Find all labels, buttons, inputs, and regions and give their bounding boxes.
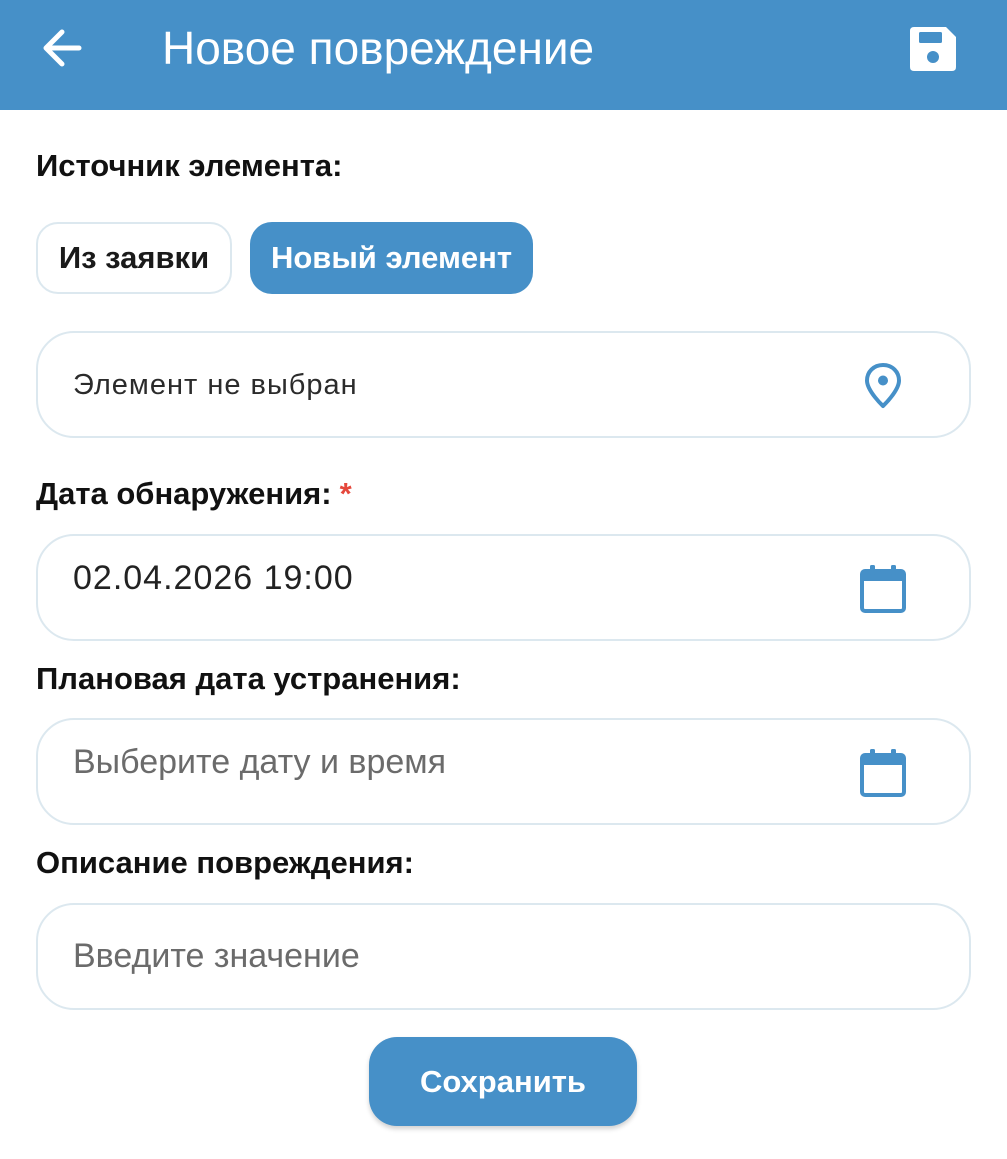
app-bar: Новое повреждение [0,0,1007,110]
map-pin-icon [865,363,901,408]
detect-date-field[interactable]: 02.04.2026 19:00 [36,534,971,641]
source-option-new-element[interactable]: Новый элемент [250,222,533,294]
description-label: Описание повреждения: [36,845,414,880]
element-selector[interactable]: Элемент не выбран [36,331,971,438]
planned-date-picker-button[interactable] [856,746,910,800]
map-pin-button[interactable] [856,359,910,413]
floppy-disk-icon [910,27,956,71]
header-save-button[interactable] [900,18,966,80]
description-placeholder: Введите значение [73,937,360,975]
calendar-icon [860,749,906,797]
damage-form-screen: Новое повреждение Источник элемента: Из … [0,0,1007,1159]
description-input[interactable]: Введите значение [36,903,971,1010]
required-mark: * [339,476,352,511]
planned-date-label: Плановая дата устранения: [36,661,461,696]
detect-date-value: 02.04.2026 19:00 [73,559,354,597]
detect-date-picker-button[interactable] [856,562,910,616]
element-value: Элемент не выбран [73,369,358,401]
page-title: Новое повреждение [162,22,595,74]
planned-date-field[interactable]: Выберите дату и время [36,718,971,825]
source-label: Источник элемента: [36,148,343,183]
back-button[interactable] [32,20,92,76]
calendar-icon [860,565,906,613]
detect-date-label-text: Дата обнаружения: [36,476,332,511]
arrow-left-icon [43,29,82,67]
source-option-from-request[interactable]: Из заявки [36,222,232,294]
detect-date-label: Дата обнаружения: * [36,476,352,512]
planned-date-placeholder: Выберите дату и время [73,743,447,781]
save-button[interactable]: Сохранить [369,1037,637,1126]
